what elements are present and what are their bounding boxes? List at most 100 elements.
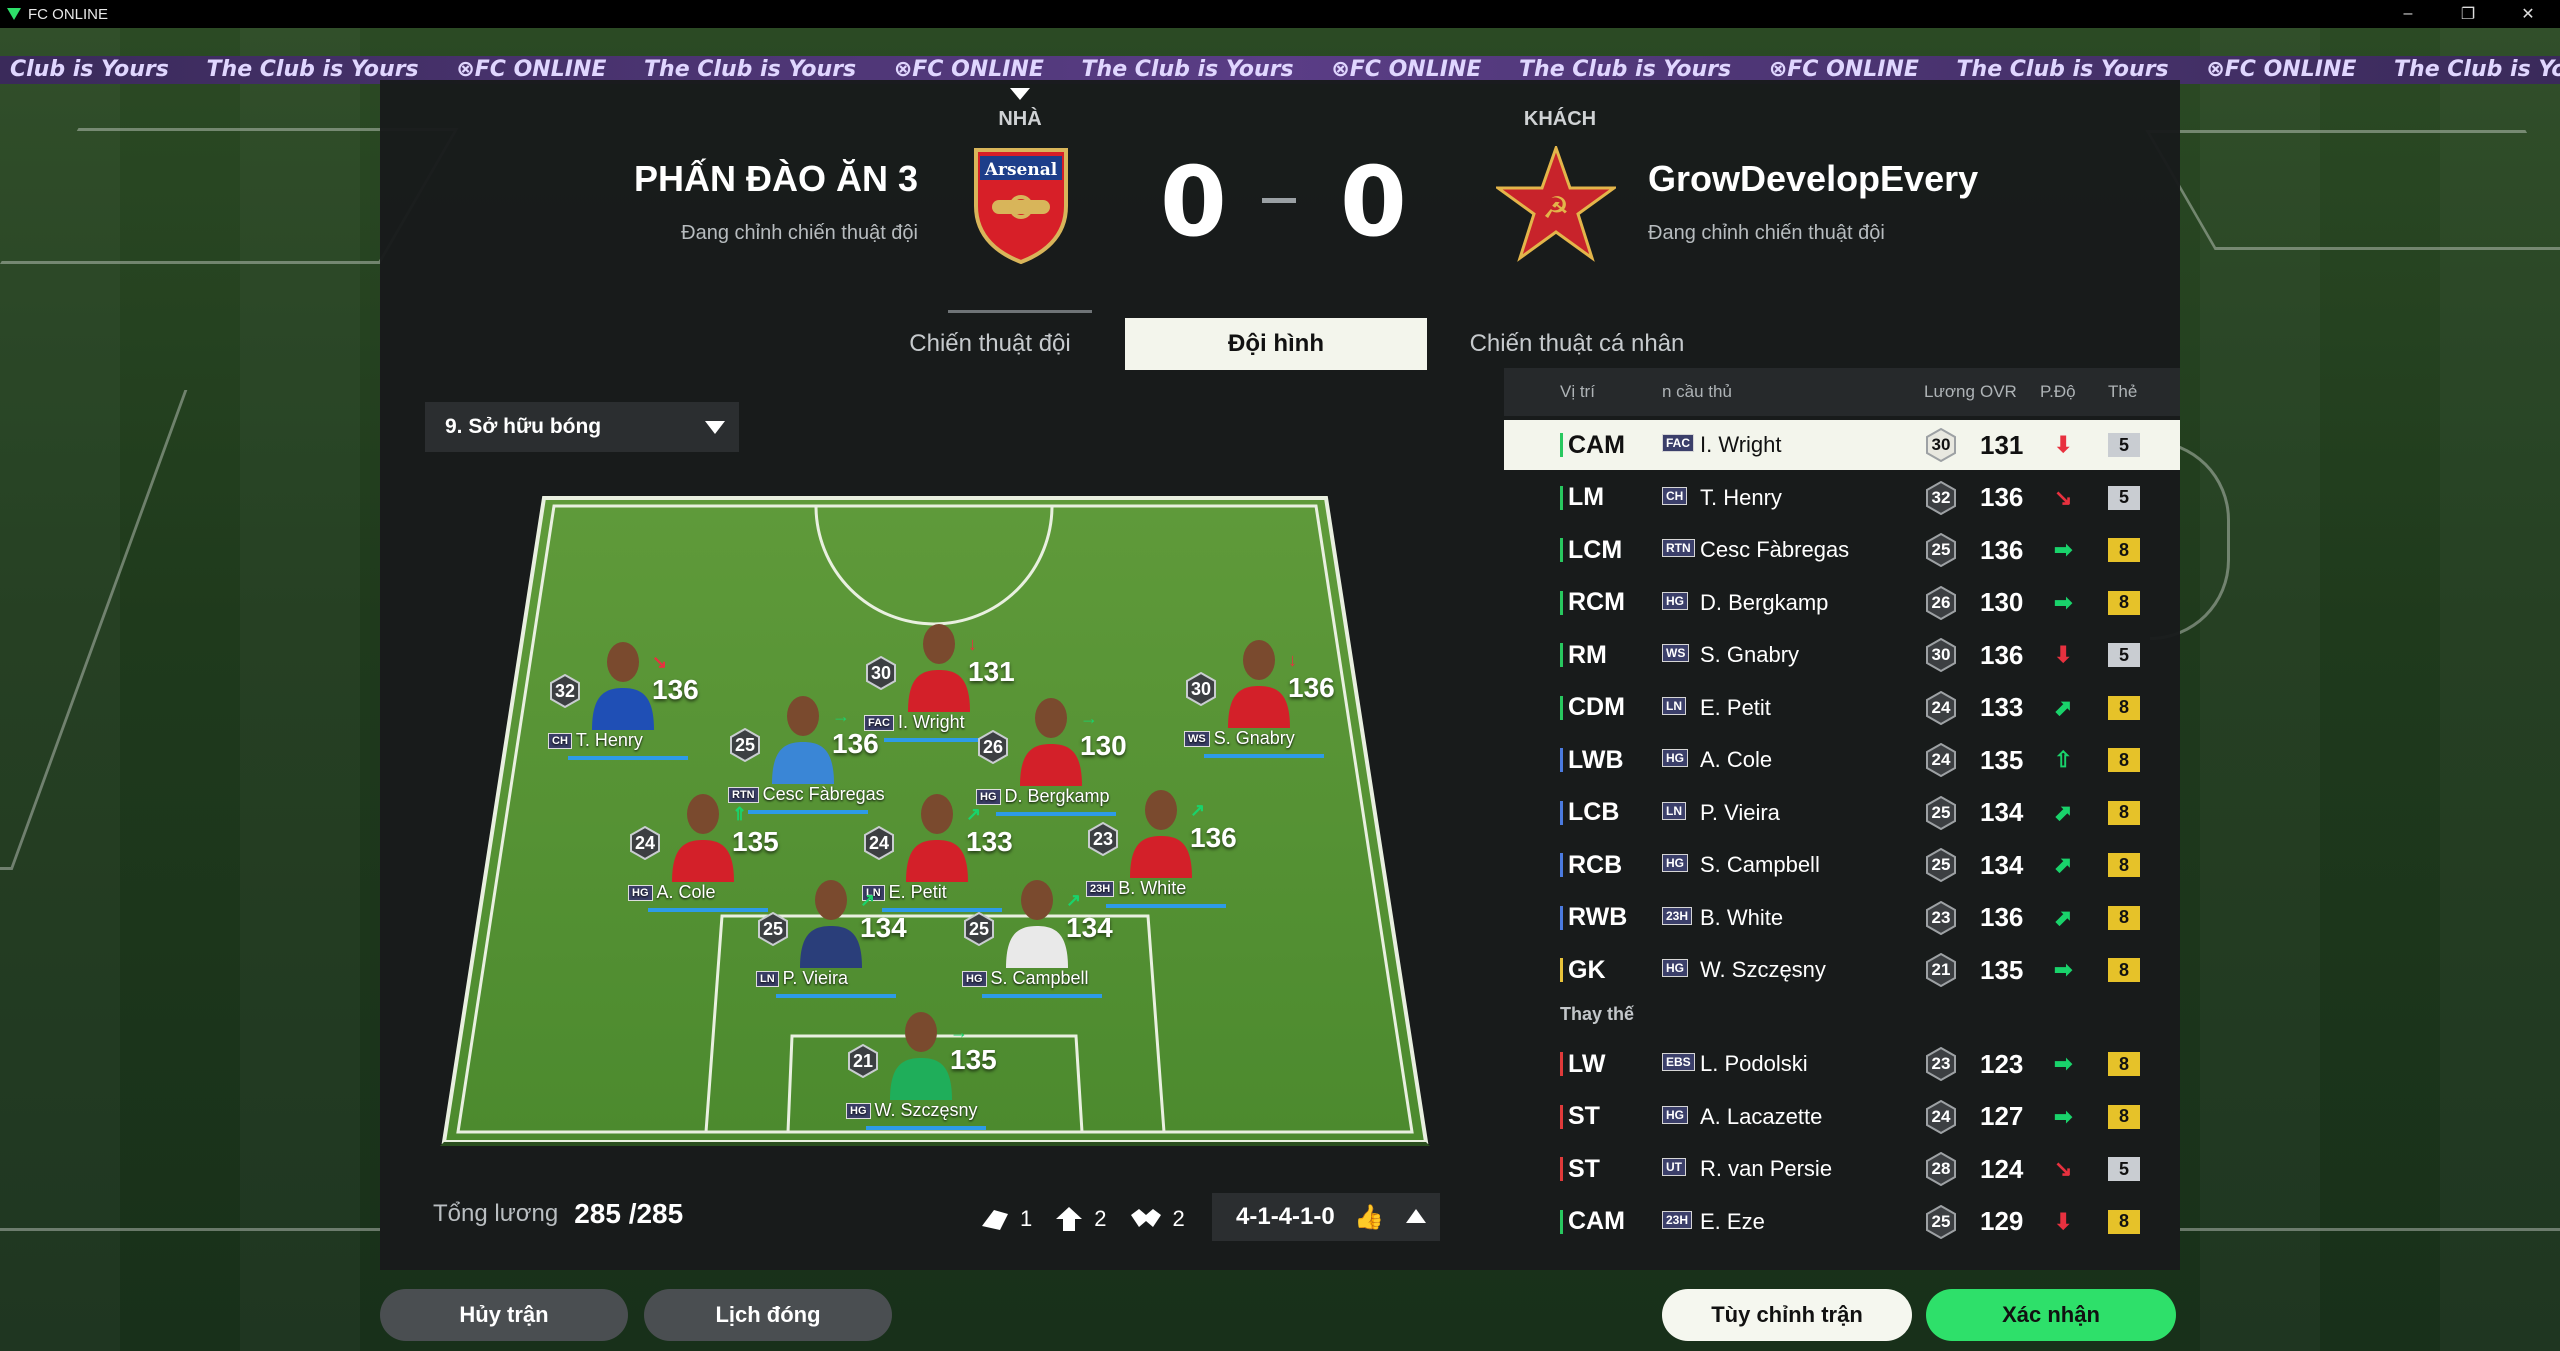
banner-item: The Club is Yours (206, 57, 419, 82)
header-name: n cầu thủ (1662, 382, 1732, 401)
player-avatar (890, 1012, 952, 1100)
season-badge: LN (1662, 801, 1686, 820)
background-pitch-line (2180, 1228, 2560, 1231)
player-avatar (906, 794, 968, 882)
crest-text: Arsenal (984, 160, 1058, 180)
form-trend-icon: ⬇ (2054, 1208, 2073, 1234)
cancel-match-button[interactable]: Hủy trận (380, 1289, 628, 1341)
confirm-button[interactable]: Xác nhận (1926, 1289, 2176, 1341)
season-badge: 23H (1662, 906, 1693, 925)
player-avatar (1006, 880, 1068, 968)
handshake-setting[interactable]: 2 (1129, 1206, 1185, 1232)
row-ovr: 133 (1980, 692, 2024, 722)
restore-button[interactable]: ❐ (2440, 0, 2496, 28)
table-row[interactable]: RCB HG S. Campbell 25 134 ⬈ 8 (1504, 840, 2180, 890)
captain-setting[interactable]: 1 (980, 1206, 1032, 1232)
header-form: P.Độ (2040, 382, 2076, 401)
banner-item: ⊗FC ONLINE (456, 57, 607, 82)
player-avatar (772, 696, 834, 784)
form-trend-icon: ⇑ (732, 804, 748, 824)
row-ovr: 135 (1980, 744, 2024, 775)
kick-taker-setting[interactable]: 2 (1054, 1205, 1107, 1233)
position-bar (1560, 958, 1563, 982)
table-row[interactable]: RCM HG D. Bergkamp 26 130 ➡ 8 (1504, 578, 2180, 628)
formation-select[interactable]: 4-1-4-1-0 👍 (1212, 1193, 1440, 1241)
row-ovr: 134 (1980, 849, 2024, 880)
player-ovr: 130 (1080, 730, 1127, 761)
pitch-player[interactable]: 30 ↓ 136 WS S. Gnabry (1184, 628, 1335, 768)
row-player-name: A. Cole (1700, 747, 1773, 772)
player-stamina-bar (568, 756, 688, 760)
tab-bar: Chiến thuật đội Đội hình Chiến thuật cá … (855, 318, 1727, 370)
table-row[interactable]: LWB HG A. Cole 24 135 ⇧ 8 (1504, 735, 2180, 785)
card-level: 8 (2108, 695, 2140, 720)
table-row[interactable]: LCM RTN Cesc Fàbregas 25 136 ➡ 8 (1504, 525, 2180, 575)
salary-value: 285 /285 (574, 1198, 684, 1229)
row-position: LCM (1568, 535, 1623, 564)
customize-match-button[interactable]: Tùy chỉnh trận (1662, 1289, 1912, 1341)
substitutes-label: Thay thế (1560, 1004, 1635, 1024)
table-row[interactable]: RWB 23H B. White 23 136 ⬈ 8 (1504, 893, 2180, 943)
tab-individual-tactics[interactable]: Chiến thuật cá nhân (1427, 318, 1727, 370)
window-titlebar: FC ONLINE – ❐ ✕ (0, 0, 2560, 28)
upload-icon (1056, 1207, 1083, 1231)
season-badge: CH (1662, 486, 1688, 505)
table-row[interactable]: RM WS S. Gnabry 30 136 ⬇ 5 (1504, 630, 2180, 680)
player-name-tag: 23H B. White (1086, 878, 1286, 899)
row-player-name: P. Vieira (1700, 799, 1780, 825)
table-header: Vị trí n cầu thủ Lương OVR P.Độ Thẻ (1504, 368, 2180, 416)
card-level: 8 (2108, 1209, 2140, 1234)
form-trend-icon: → (832, 706, 850, 726)
close-button[interactable]: ✕ (2500, 0, 2556, 28)
row-position: LWB (1568, 745, 1624, 774)
pitch-player[interactable]: 25 ↗ 134 HG S. Campbell (962, 868, 1113, 1008)
table-row[interactable]: LCB LN P. Vieira 25 134 ⬈ 8 (1504, 788, 2180, 838)
row-position: LCB (1568, 798, 1620, 826)
table-row[interactable]: CAM FAC I. Wright 30 131 ⬇ 5 (1504, 420, 2180, 470)
form-trend-icon: ↗ (860, 890, 876, 910)
card-level: 5 (2108, 643, 2140, 667)
position-bar (1560, 643, 1563, 667)
minimize-button[interactable]: – (2380, 0, 2436, 28)
form-trend-icon: ⬈ (2054, 852, 2073, 877)
player-pay: 25 (962, 912, 996, 946)
row-player-name: S. Gnabry (1700, 642, 1800, 667)
pitch-player[interactable]: 24 ⇑ 135 HG A. Cole (628, 782, 779, 922)
table-row[interactable]: LW EBS L. Podolski 23 123 ➡ 8 (1504, 1039, 2180, 1089)
player-name: S. Gnabry (1213, 728, 1295, 748)
row-pay: 32 (1924, 480, 1958, 515)
schedule-button[interactable]: Lịch đóng (644, 1289, 892, 1341)
tab-team-tactics[interactable]: Chiến thuật đội (855, 318, 1125, 370)
season-badge: EBS (1662, 1053, 1695, 1071)
season-badge: HG (628, 884, 653, 901)
card-level: 5 (2108, 433, 2140, 457)
handshake-icon (1130, 1209, 1161, 1227)
pitch-player[interactable]: 23 ↗ 136 23H B. White (1086, 778, 1237, 918)
tactic-select[interactable]: 9. Sở hữu bóng (425, 402, 739, 452)
banner-item: ⊗FC ONLINE (1331, 57, 1482, 82)
row-ovr: 131 (1980, 429, 2024, 460)
table-row[interactable]: ST HG A. Lacazette 24 127 ➡ 8 (1504, 1092, 2180, 1142)
background-pitch-line (2145, 130, 2560, 250)
table-row[interactable]: ST UT R. van Persie 28 124 ↘ 5 (1504, 1144, 2180, 1194)
row-position: ST (1568, 1102, 1600, 1130)
pitch-player[interactable]: 32 ↘ 136 CH T. Henry (548, 630, 699, 770)
tab-lineup[interactable]: Đội hình (1125, 318, 1427, 370)
player-name: T. Henry (575, 730, 643, 750)
pitch-player[interactable]: 21 → 135 HG W. Szczęsny (846, 1000, 997, 1140)
season-badge: WS (1662, 644, 1690, 662)
pitch-player[interactable]: 25 ↗ 134 LN P. Vieira (756, 868, 907, 1008)
header-card: Thẻ (2108, 382, 2138, 401)
banner-item: ⊗FC ONLINE (893, 57, 1044, 82)
table-row[interactable]: CAM 23H E. Eze 25 129 ⬇ 8 (1504, 1197, 2180, 1247)
away-label: KHÁCH (1523, 108, 1597, 130)
row-ovr: 123 (1980, 1048, 2024, 1079)
table-row[interactable]: GK HG W. Szczęsny 21 135 ➡ 8 (1504, 945, 2180, 995)
table-row[interactable]: CDM LN E. Petit 24 133 ⬈ 8 (1504, 683, 2180, 733)
table-row[interactable]: LM CH T. Henry 32 136 ↘ 5 (1504, 473, 2180, 523)
banner-item: The Club is Yours (644, 57, 857, 82)
row-position: RCM (1568, 588, 1625, 616)
svg-text:☭: ☭ (1543, 191, 1570, 226)
player-name-tag: HG S. Campbell (962, 968, 1162, 989)
form-trend-icon: ⇧ (2054, 747, 2073, 772)
